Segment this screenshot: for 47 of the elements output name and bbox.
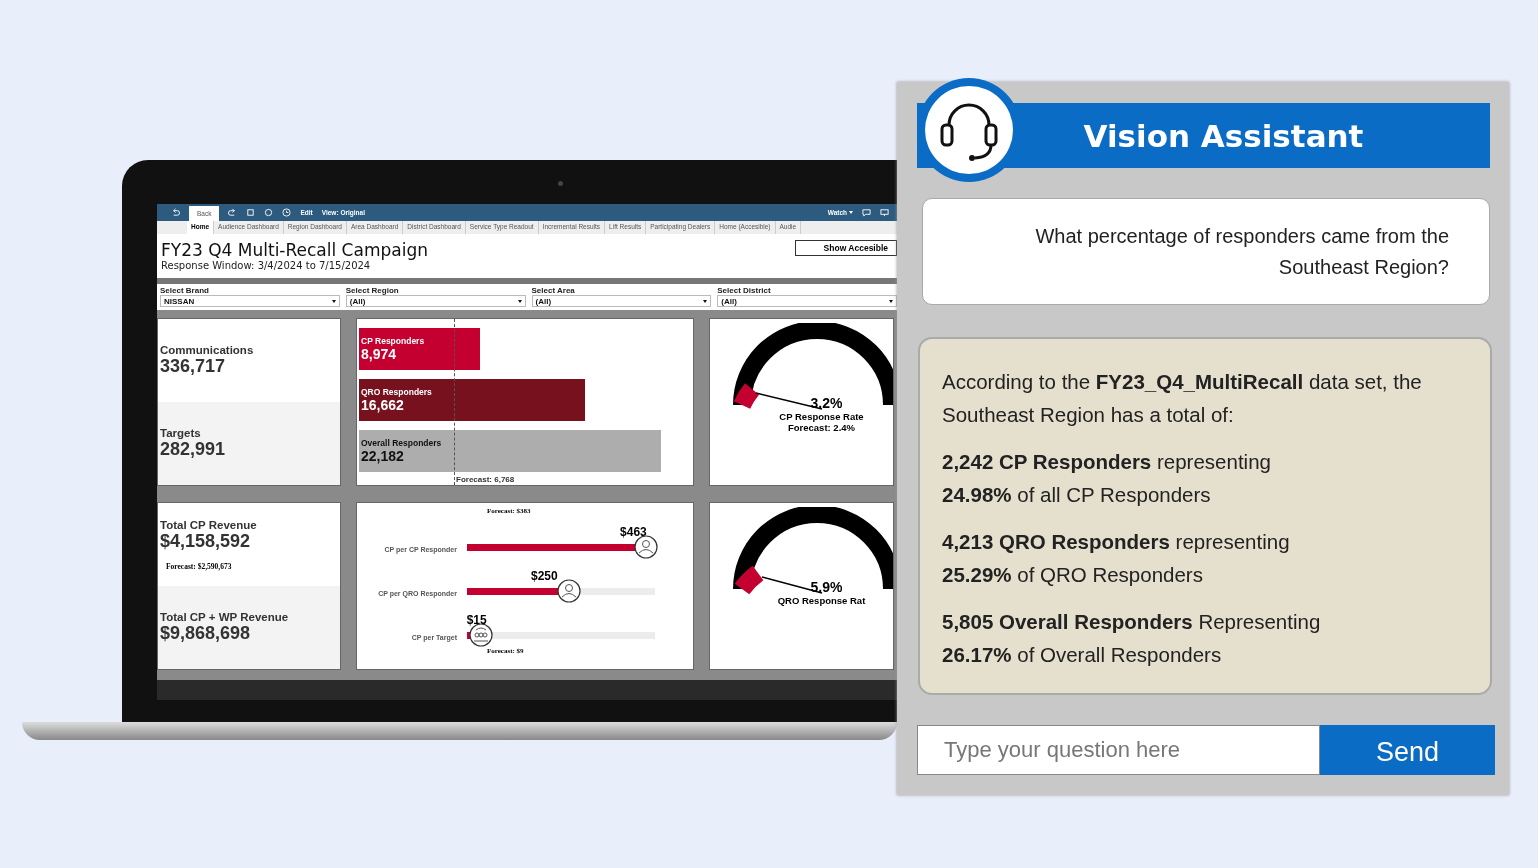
answer-text: 5,805 Overall Responders Representing (942, 609, 1322, 635)
cost-value: $15 (466, 613, 487, 627)
gauge-value: 3.2% (810, 395, 843, 411)
forecast-label: Forecast: 6,768 (456, 475, 515, 484)
response-window: Response Window: 3/4/2024 to 7/15/2024 (161, 260, 428, 271)
dashboard-title: FY23 Q4 Multi-Recall Campaign (161, 240, 428, 260)
question-input[interactable]: Type your question here (917, 725, 1320, 775)
answer-text: 24.98% of all CP Responders (942, 482, 1212, 508)
send-button[interactable]: Send (1320, 725, 1495, 775)
filter-dropdown[interactable]: (All) (345, 295, 526, 307)
answer-text: 25.29% of QRO Responders (942, 562, 1204, 588)
cost-value: $250 (531, 569, 558, 583)
question-bubble: What percentage of responders came from the Southeast Region? (922, 198, 1490, 305)
filter-dropdown[interactable]: (All) (717, 295, 897, 307)
kpi-value: $9,868,698 (160, 623, 252, 644)
undo-icon[interactable] (171, 208, 180, 217)
present-icon[interactable] (880, 208, 889, 217)
camera-icon (558, 181, 563, 186)
answer-text: 4,213 QRO Responders representing (942, 529, 1291, 555)
responder-bar: CP Responders 8,974 (359, 327, 480, 370)
clock-icon[interactable] (282, 208, 292, 217)
gauge-label: QRO Response Rat (777, 595, 866, 606)
filter-dropdown[interactable]: (All) (531, 295, 712, 307)
comment-icon[interactable] (862, 208, 871, 217)
kpi-label: Communications (160, 344, 255, 356)
filter-label: Select District (717, 286, 772, 295)
cost-value: $463 (620, 525, 647, 539)
answer-text: According to the FY23_Q4_MultiRecall data set, the Southeast Region has a total of: (942, 369, 1423, 428)
kpi-label: Targets (160, 427, 202, 439)
kpi-value: 336,717 (160, 356, 227, 377)
gauge-forecast: Forecast: 2.4% (787, 422, 856, 433)
filter-label: Select Brand (160, 286, 210, 295)
show-accessible-button[interactable]: Show Accesible (794, 240, 897, 256)
gauge-label: CP Response Rate (779, 411, 864, 422)
kpi-value: 282,991 (160, 439, 227, 460)
responder-bar: Overall Responders 22,182 (359, 430, 662, 473)
filter-label: Select Area (531, 286, 576, 295)
kpi-label: Total CP + WP Revenue (160, 611, 290, 623)
gauge-value: 5.9% (810, 579, 843, 595)
answer-text: 26.17% of Overall Responders (942, 642, 1223, 668)
filter-label: Select Region (345, 286, 400, 295)
kpi-value: $4,158,592 (160, 530, 252, 552)
kpi-label: Total CP Revenue (160, 518, 258, 531)
responder-bar: QRO Responders 16,662 (359, 379, 585, 421)
answer-text: 2,242 CP Responders representing (942, 449, 1272, 475)
person-icon (557, 579, 581, 603)
filter-dropdown[interactable]: NISSAN (160, 295, 340, 307)
